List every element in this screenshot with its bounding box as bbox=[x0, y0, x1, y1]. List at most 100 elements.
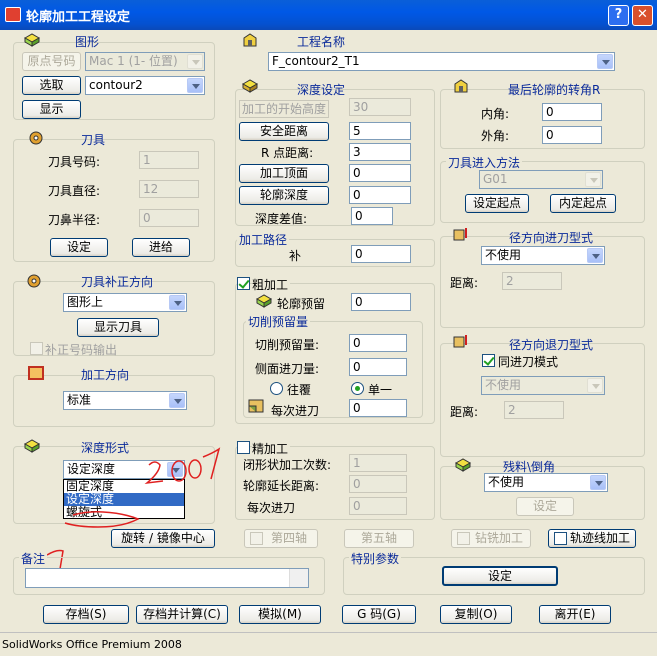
outer-corner-field[interactable]: 0 bbox=[542, 126, 602, 144]
start-height-field[interactable]: 30 bbox=[349, 98, 411, 116]
gcode-button[interactable]: G 码(G) bbox=[342, 605, 416, 624]
entry-select[interactable]: G01 bbox=[479, 170, 603, 189]
save-calc-button[interactable]: 存档并计算(C) bbox=[136, 605, 228, 624]
outer-corner-label: 外角: bbox=[481, 129, 510, 143]
chevron-down-icon bbox=[187, 54, 203, 69]
status-bar: SolidWorks Office Premium 2008 bbox=[0, 632, 657, 656]
step-icon bbox=[248, 399, 264, 413]
status-text: SolidWorks Office Premium 2008 bbox=[2, 638, 182, 651]
save-button[interactable]: 存档(S) bbox=[43, 605, 129, 624]
radial-out-distance-field[interactable]: 2 bbox=[504, 401, 564, 419]
top-face-button[interactable]: 加工顶面 bbox=[239, 164, 329, 183]
app-icon bbox=[5, 7, 21, 22]
project-select[interactable]: F_contour2_T1 bbox=[268, 52, 615, 71]
show-tool-button[interactable]: 显示刀具 bbox=[77, 318, 159, 337]
finish-step-field[interactable]: 0 bbox=[349, 497, 407, 515]
radial-in-distance-field[interactable]: 2 bbox=[502, 272, 562, 290]
set-start-button[interactable]: 设定起点 bbox=[465, 194, 529, 213]
finish-step-label: 每次进刀 bbox=[247, 501, 296, 515]
closed-count-label: 闭形状加工次数: bbox=[243, 458, 332, 472]
chamfer-select[interactable]: 不使用 bbox=[484, 473, 608, 492]
single-radio[interactable] bbox=[351, 382, 364, 395]
cut-allowance-field[interactable]: 0 bbox=[349, 334, 407, 352]
direction-icon bbox=[28, 366, 44, 380]
r-distance-field[interactable]: 3 bbox=[349, 143, 411, 161]
comp-output-checkbox[interactable] bbox=[30, 342, 43, 355]
rough-title: 粗加工 bbox=[252, 276, 291, 293]
default-start-button[interactable]: 内定起点 bbox=[550, 194, 616, 213]
comp-dir-select[interactable]: 图形上 bbox=[63, 293, 187, 312]
copy-button[interactable]: 复制(O) bbox=[440, 605, 512, 624]
drill-mill-checkbox[interactable] bbox=[457, 532, 470, 545]
simulate-button[interactable]: 模拟(M) bbox=[239, 605, 321, 624]
start-height-label: 加工的开始高度 bbox=[239, 100, 329, 118]
trace-line-checkbox[interactable] bbox=[554, 532, 567, 545]
top-face-field[interactable]: 0 bbox=[349, 164, 411, 182]
closed-count-field[interactable]: 1 bbox=[349, 454, 407, 472]
note-field[interactable] bbox=[25, 568, 309, 588]
rotate-mirror-button[interactable]: 旋转 / 镜像中心 bbox=[111, 529, 215, 548]
help-button[interactable]: ? bbox=[608, 5, 629, 26]
safe-distance-field[interactable]: 5 bbox=[349, 122, 411, 140]
fourth-axis-button[interactable]: 第四轴 bbox=[244, 529, 318, 548]
contour-depth-button[interactable]: 轮廓深度 bbox=[239, 186, 329, 205]
inner-corner-label: 内角: bbox=[481, 107, 510, 121]
chamfer-set-button[interactable]: 设定 bbox=[516, 497, 574, 516]
reciprocate-radio[interactable] bbox=[270, 382, 283, 395]
depth-diff-field[interactable]: 0 bbox=[351, 207, 393, 225]
depth-form-dropdown-list: 固定深度 设定深度 螺旋式 bbox=[63, 479, 185, 519]
rough-allowance-field[interactable]: 0 bbox=[351, 293, 411, 311]
project-value: F_contour2_T1 bbox=[272, 54, 360, 68]
tool-set-button[interactable]: 设定 bbox=[50, 238, 108, 257]
radial-in-select[interactable]: 不使用 bbox=[481, 246, 605, 265]
depth-form-title: 深度形式 bbox=[81, 441, 130, 455]
special-set-button[interactable]: 设定 bbox=[442, 566, 558, 586]
tool-diameter-field[interactable]: 12 bbox=[139, 180, 199, 198]
radial-out-select[interactable]: 不使用 bbox=[481, 376, 605, 395]
radial-out-icon bbox=[453, 335, 467, 348]
chevron-down-icon bbox=[167, 462, 183, 477]
leave-button[interactable]: 离开(E) bbox=[539, 605, 611, 624]
chevron-down-icon bbox=[585, 172, 601, 187]
r-distance-label: R 点距离: bbox=[261, 146, 314, 160]
depth-title: 深度设定 bbox=[297, 83, 346, 97]
origin-number-button[interactable]: 原点号码 bbox=[22, 52, 81, 71]
extension-field[interactable]: 0 bbox=[349, 475, 407, 493]
entry-title: 刀具进入方法 bbox=[446, 154, 523, 171]
dropdown-option[interactable]: 螺旋式 bbox=[64, 506, 184, 519]
path-comp-label: 补 bbox=[289, 249, 302, 263]
nose-radius-field[interactable]: 0 bbox=[139, 209, 199, 227]
depth-form-select[interactable]: 设定深度 bbox=[63, 460, 185, 479]
close-button[interactable]: ✕ bbox=[632, 5, 653, 26]
tool-diameter-label: 刀具直径: bbox=[48, 184, 101, 198]
allowance-icon bbox=[255, 294, 273, 308]
radial-in-icon bbox=[453, 228, 467, 241]
side-feed-field[interactable]: 0 bbox=[349, 358, 407, 376]
contour-select[interactable]: contour2 bbox=[85, 76, 205, 95]
chevron-down-icon bbox=[597, 54, 613, 69]
tool-number-field[interactable]: 1 bbox=[139, 151, 199, 169]
fourth-axis-checkbox[interactable] bbox=[250, 532, 263, 545]
safe-distance-button[interactable]: 安全距离 bbox=[239, 122, 329, 141]
inner-corner-field[interactable]: 0 bbox=[542, 103, 602, 121]
machining-dir-select[interactable]: 标准 bbox=[63, 391, 187, 410]
chamfer-value: 不使用 bbox=[488, 475, 525, 489]
feed-button[interactable]: 进给 bbox=[132, 238, 190, 257]
corner-icon bbox=[454, 79, 468, 93]
drill-mill-button[interactable]: 钻铣加工 bbox=[451, 529, 531, 548]
nose-radius-label: 刀鼻半径: bbox=[48, 213, 101, 227]
same-mode-checkbox[interactable] bbox=[482, 354, 495, 367]
rough-step-field[interactable]: 0 bbox=[349, 399, 407, 417]
fifth-axis-button[interactable]: 第五轴 bbox=[344, 529, 414, 548]
show-button[interactable]: 显示 bbox=[22, 100, 81, 119]
trace-line-button[interactable]: 轨迹线加工 bbox=[548, 529, 636, 548]
note-scrollbar[interactable] bbox=[289, 569, 308, 587]
entry-value: G01 bbox=[483, 172, 508, 186]
origin-select[interactable]: Mac 1 (1- 位置) bbox=[85, 52, 205, 71]
rough-checkbox[interactable] bbox=[237, 277, 250, 290]
shape-title: 图形 bbox=[75, 35, 100, 49]
path-comp-field[interactable]: 0 bbox=[351, 245, 411, 263]
select-button[interactable]: 选取 bbox=[22, 76, 81, 95]
finish-checkbox[interactable] bbox=[237, 441, 250, 454]
contour-depth-field[interactable]: 0 bbox=[349, 186, 411, 204]
